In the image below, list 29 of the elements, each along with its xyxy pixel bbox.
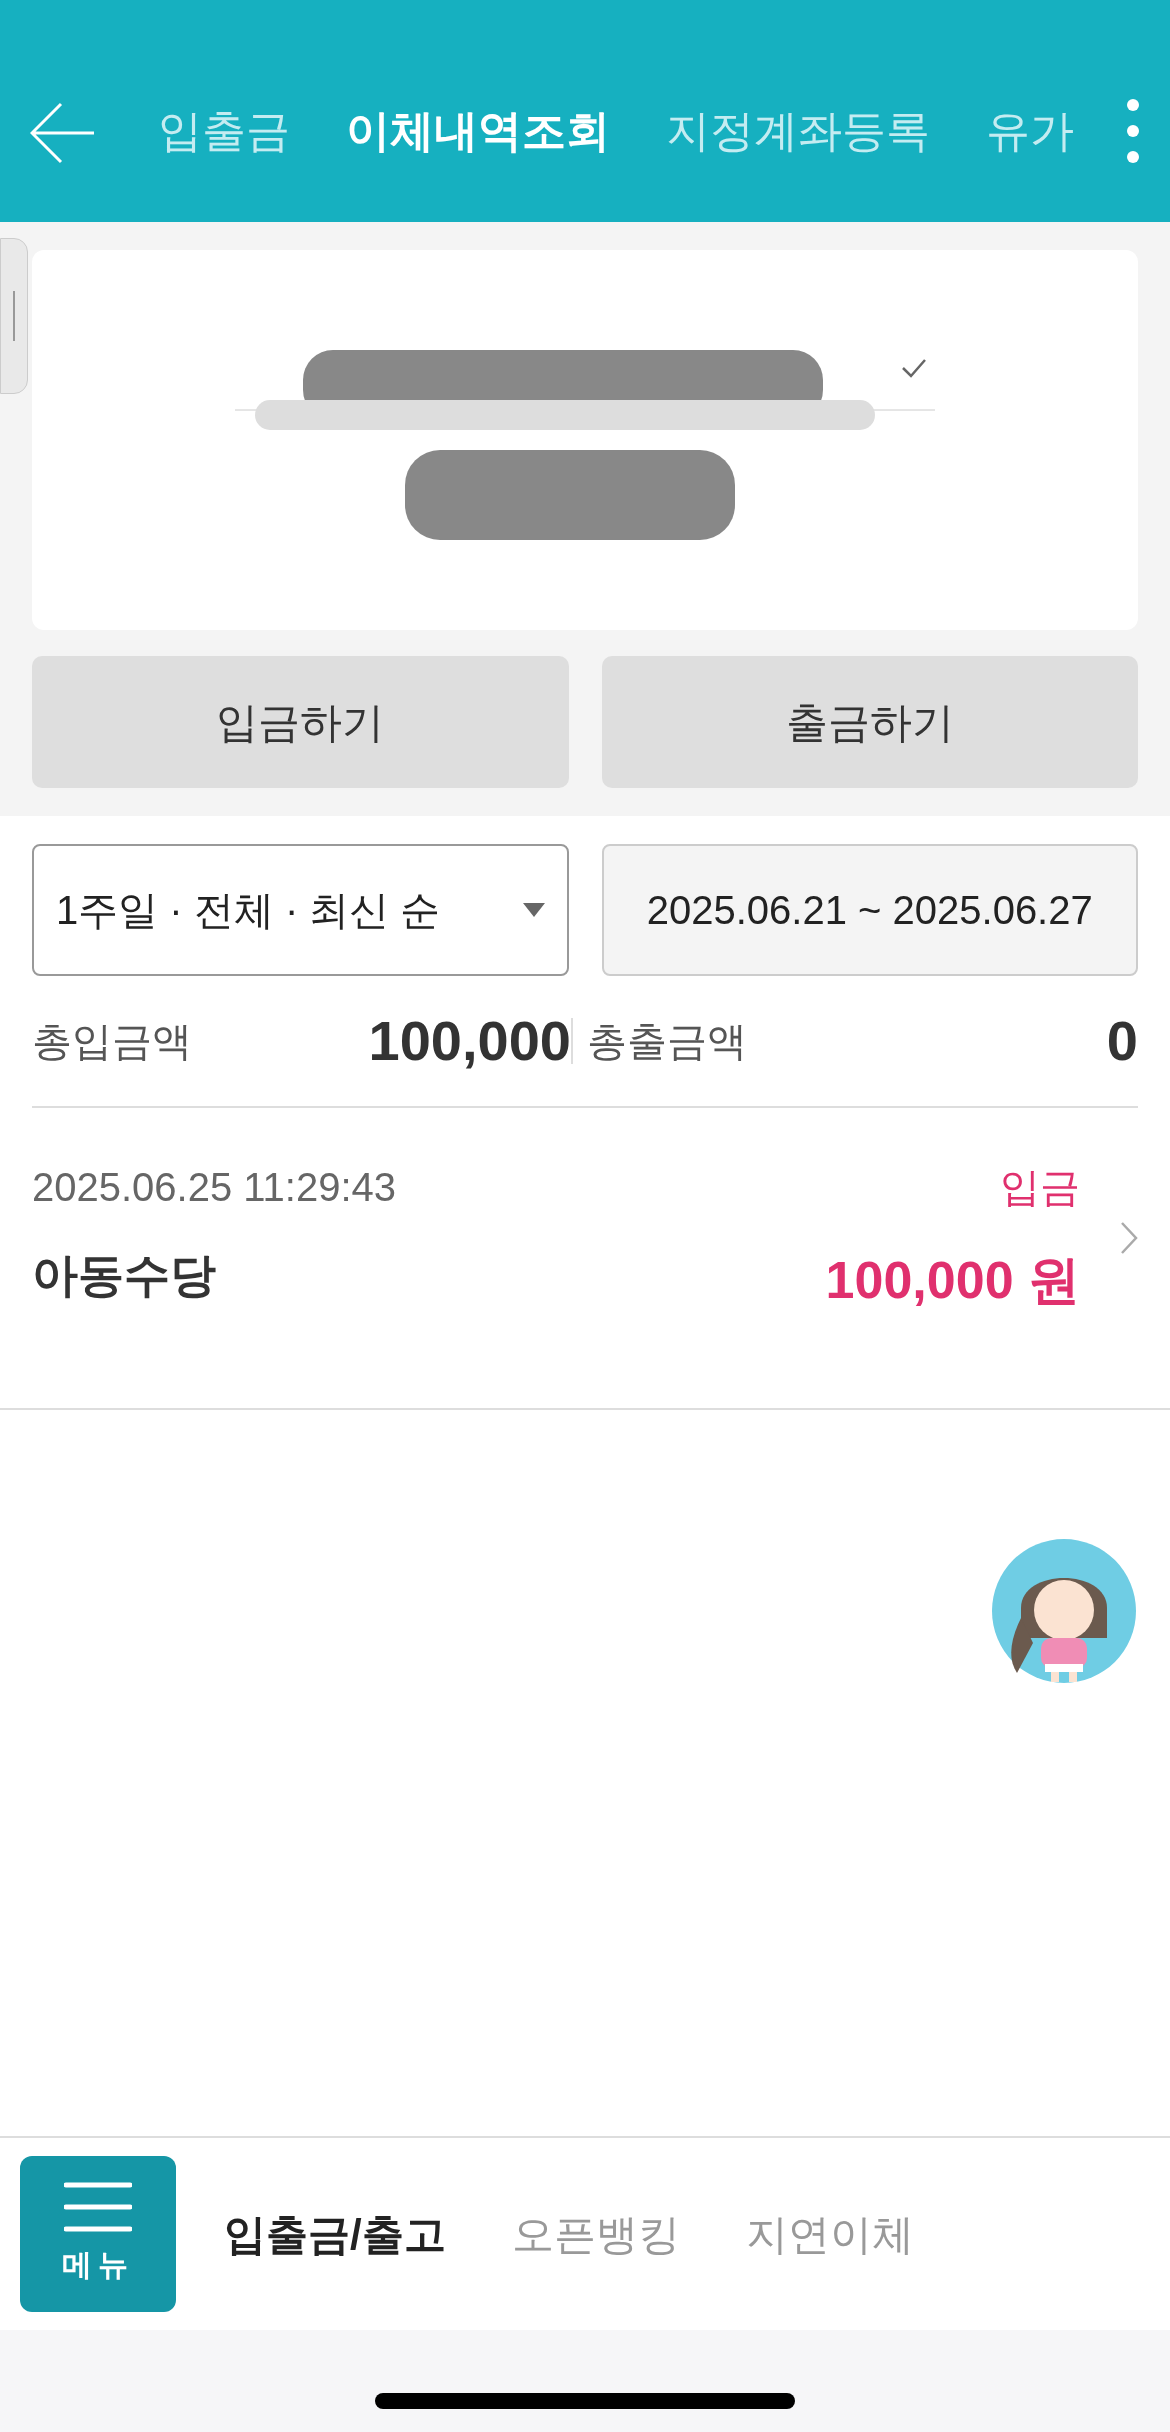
action-button[interactable]: 출금하기 [601, 656, 1138, 788]
nav-tab[interactable]: 유가 [986, 98, 1074, 164]
transaction-datetime: 2025.06.25 11:29:43 [32, 1164, 397, 1211]
nav-tab[interactable]: 이체내역조회 [346, 98, 610, 164]
nav-tab[interactable]: 지정계좌등록 [666, 98, 930, 164]
date-range-field[interactable]: 2025.06.21 ~ 2025.06.27 [601, 844, 1138, 976]
transaction-amount: 100,000 원 [825, 1250, 1080, 1311]
chevron-right-icon [1120, 1221, 1138, 1255]
menu-button[interactable]: 메뉴 [20, 2156, 176, 2312]
more-icon[interactable] [1126, 98, 1140, 164]
side-handle[interactable] [0, 238, 28, 394]
action-button[interactable]: 입금하기 [32, 656, 569, 788]
assistant-avatar[interactable] [991, 1538, 1137, 1684]
menu-icon [64, 2181, 132, 2232]
dropdown-caret-icon [522, 903, 545, 917]
nav-tab[interactable]: 입출금 [158, 98, 290, 164]
bottom-tab[interactable]: 지연이체 [745, 2202, 914, 2266]
filter-value: 1주일 · 전체 · 최신 순 [56, 887, 441, 934]
bottom-tab[interactable]: 오픈뱅킹 [511, 2202, 680, 2266]
filter-dropdown[interactable]: 1주일 · 전체 · 최신 순 [32, 844, 569, 976]
back-icon[interactable] [30, 102, 96, 164]
total-label: 총입금액 [32, 1018, 192, 1065]
bottom-tab[interactable]: 입출금/출고 [224, 2202, 446, 2266]
transaction-row[interactable]: 2025.06.25 11:29:43 입금 아동수당 100,000 원 [32, 1108, 1138, 1408]
transaction-name: 아동수당 [32, 1248, 216, 1303]
total-label: 총출금액 [587, 1018, 747, 1065]
transaction-type: 입금 [1000, 1164, 1080, 1211]
total-amount: 100,000 [368, 1008, 571, 1074]
total-amount: 0 [1106, 1008, 1138, 1074]
